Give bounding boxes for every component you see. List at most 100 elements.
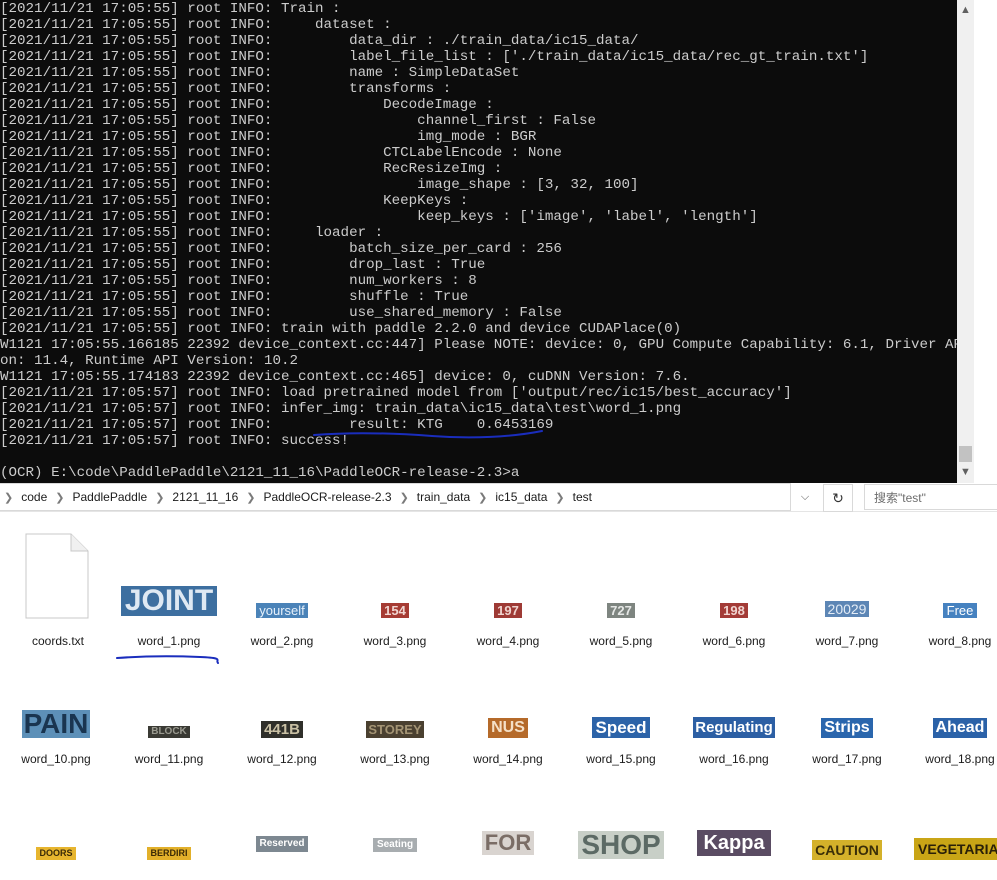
console-line: [2021/11/21 17:05:55] root INFO: train w… [0, 321, 682, 337]
image-thumbnail: 198 [679, 530, 789, 630]
console-line: [2021/11/21 17:05:55] root INFO: keep_ke… [0, 209, 758, 225]
file-item-word-11[interactable]: BLOCK word_11.png [114, 648, 224, 768]
scroll-up-arrow-icon[interactable]: ▲ [957, 0, 974, 20]
file-name: coords.txt [31, 634, 85, 648]
thumbnail-word: JOINT [120, 586, 218, 616]
file-item-word-3[interactable]: 154 word_3.png [340, 530, 450, 650]
console-output: [2021/11/21 17:05:55] root INFO: Train :… [0, 1, 957, 481]
breadcrumb-item-paddlepaddle[interactable]: PaddlePaddle [68, 490, 151, 504]
scrollbar-thumb[interactable] [959, 446, 972, 462]
chevron-right-icon[interactable]: ❯ [151, 491, 168, 504]
thumbnail-word: Kappa [697, 830, 771, 856]
chevron-right-icon[interactable]: ❯ [474, 491, 491, 504]
console-line: [2021/11/21 17:05:55] root INFO: Train : [0, 1, 341, 17]
search-input[interactable]: 搜索"test" [864, 484, 997, 510]
console-line: [2021/11/21 17:05:55] root INFO: name : … [0, 65, 520, 81]
file-name: word_7.png [815, 634, 879, 648]
file-item-word-2[interactable]: yourself word_2.png [227, 530, 337, 650]
explorer-address-bar: ❯ code ❯ PaddlePaddle ❯ 2121_11_16 ❯ Pad… [0, 483, 997, 512]
file-name: word_6.png [702, 634, 766, 648]
file-item-thumbnail[interactable]: BERDIRI [114, 760, 224, 880]
thumbnail-word: NUS [488, 718, 528, 738]
console-line: [2021/11/21 17:05:55] root INFO: batch_s… [0, 241, 562, 257]
thumbnail-word: 20029 [824, 601, 870, 617]
image-thumbnail: NUS [453, 648, 563, 748]
file-name: word_8.png [928, 634, 992, 648]
breadcrumb-item-train-data[interactable]: train_data [413, 490, 474, 504]
file-item-word-17[interactable]: Strips word_17.png [792, 648, 902, 768]
console-line: [2021/11/21 17:05:55] root INFO: channel… [0, 113, 596, 129]
console-prompt-line[interactable]: (OCR) E:\code\PaddlePaddle\2121_11_16\Pa… [0, 465, 957, 481]
image-thumbnail: 441B [227, 648, 337, 748]
breadcrumb-item-paddleocr[interactable]: PaddleOCR-release-2.3 [260, 490, 396, 504]
chevron-right-icon[interactable]: ❯ [51, 491, 68, 504]
file-item-word-1[interactable]: JOINT word_1.png [114, 530, 224, 650]
image-thumbnail: FOR [453, 755, 563, 855]
console-line: [2021/11/21 17:05:55] root INFO: image_s… [0, 177, 639, 193]
file-item-thumbnail[interactable]: Kappa [679, 756, 789, 876]
file-item-thumbnail[interactable]: FOR [453, 755, 563, 875]
console-line: [2021/11/21 17:05:55] root INFO: shuffle… [0, 289, 469, 305]
scroll-down-arrow-icon[interactable]: ▼ [957, 462, 974, 482]
breadcrumb-item-test[interactable]: test [569, 490, 596, 504]
file-item-word-12[interactable]: 441B word_12.png [227, 648, 337, 768]
file-item-thumbnail[interactable]: DOORS [1, 760, 111, 880]
file-item-word-5[interactable]: 727 word_5.png [566, 530, 676, 650]
vertical-scrollbar[interactable]: ▲ ▼ [957, 0, 974, 483]
file-item-thumbnail[interactable]: CAUTION [792, 760, 902, 880]
breadcrumb-item-2121_11_16[interactable]: 2121_11_16 [168, 490, 242, 504]
image-thumbnail: BERDIRI [114, 760, 224, 860]
breadcrumb[interactable]: ❯ code ❯ PaddlePaddle ❯ 2121_11_16 ❯ Pad… [0, 483, 791, 511]
file-item-word-6[interactable]: 198 word_6.png [679, 530, 789, 650]
console-line: [2021/11/21 17:05:55] root INFO: drop_la… [0, 257, 486, 273]
image-thumbnail: SHOP [566, 759, 676, 859]
file-name: word_3.png [363, 634, 427, 648]
image-thumbnail: CAUTION [792, 760, 902, 860]
file-item-thumbnail[interactable]: SHOP [566, 759, 676, 879]
file-item-word-18[interactable]: Ahead word_18.png [905, 648, 997, 768]
console-line: [2021/11/21 17:05:55] root INFO: use_sha… [0, 305, 562, 321]
console-line: W1121 17:05:55.174183 22392 device_conte… [0, 369, 690, 385]
chevron-right-icon[interactable]: ❯ [0, 491, 17, 504]
image-thumbnail: 727 [566, 530, 676, 630]
file-item-word-7[interactable]: 20029 word_7.png [792, 530, 902, 650]
file-item-thumbnail[interactable]: Reserved [227, 752, 337, 872]
thumbnail-word: PAIN [21, 708, 91, 739]
file-item-word-13[interactable]: STOREY word_13.png [340, 648, 450, 768]
file-item-word-4[interactable]: 197 word_4.png [453, 530, 563, 650]
image-thumbnail: Strips [792, 648, 902, 748]
chevron-right-icon[interactable]: ❯ [242, 491, 259, 504]
file-item-coords[interactable]: coords.txt [3, 530, 113, 650]
refresh-icon[interactable]: ↻ [823, 484, 853, 512]
image-thumbnail: JOINT [114, 530, 224, 630]
file-item-word-15[interactable]: Speed word_15.png [566, 648, 676, 768]
thumbnail-word: BLOCK [148, 726, 190, 738]
image-thumbnail: PAIN [1, 648, 111, 748]
file-item-thumbnail[interactable]: Seating [340, 752, 450, 872]
file-item-word-8[interactable]: Free word_8.png [905, 530, 997, 650]
breadcrumb-item-code[interactable]: code [17, 490, 51, 504]
thumbnail-word: BERDIRI [147, 847, 191, 860]
file-item-thumbnail[interactable]: VEGETARIAN [905, 760, 997, 880]
thumbnail-word: Ahead [932, 718, 988, 738]
console-line: [2021/11/21 17:05:55] root INFO: DecodeI… [0, 97, 494, 113]
console-line: [2021/11/21 17:05:55] root INFO: loader … [0, 225, 384, 241]
file-item-word-14[interactable]: NUS word_14.png [453, 648, 563, 768]
file-name: word_2.png [250, 634, 314, 648]
file-item-word-16[interactable]: Regulating word_16.png [679, 648, 789, 768]
thumbnail-word: STOREY [366, 721, 424, 738]
chevron-right-icon[interactable]: ❯ [396, 491, 413, 504]
console-line: [2021/11/21 17:05:57] root INFO: load pr… [0, 385, 792, 401]
file-name: word_5.png [589, 634, 653, 648]
image-thumbnail: 197 [453, 530, 563, 630]
console-window[interactable]: [2021/11/21 17:05:55] root INFO: Train :… [0, 0, 997, 483]
chevron-down-icon[interactable]: ⌵ [795, 487, 815, 507]
image-thumbnail: Ahead [905, 648, 997, 748]
breadcrumb-item-ic15-data[interactable]: ic15_data [491, 490, 551, 504]
image-thumbnail: BLOCK [114, 648, 224, 748]
chevron-right-icon[interactable]: ❯ [551, 491, 568, 504]
image-thumbnail: DOORS [1, 760, 111, 860]
window-edge [974, 0, 997, 483]
file-item-word-10[interactable]: PAIN word_10.png [1, 648, 111, 768]
